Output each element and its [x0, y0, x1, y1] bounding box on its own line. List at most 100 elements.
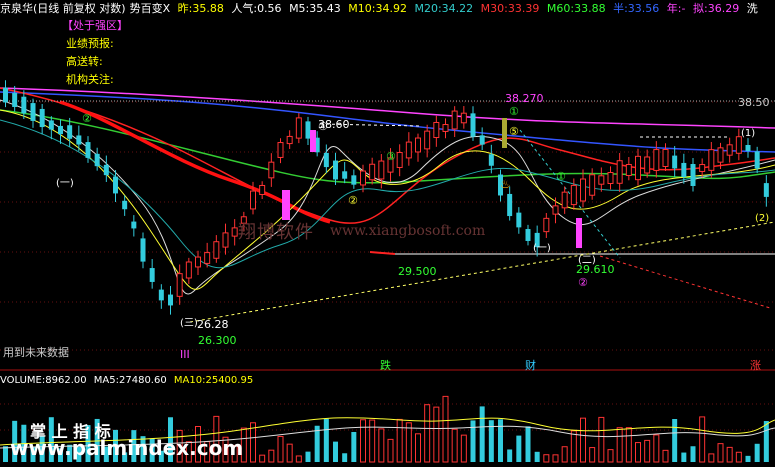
volume-label: VOLUME:: [0, 375, 46, 386]
ma-white-line: [0, 99, 775, 295]
candle: [460, 112, 467, 124]
candle: [488, 154, 494, 166]
paren-label-1: (一): [56, 178, 74, 189]
volume-bar: [672, 419, 678, 462]
vol-ma10-label: MA10:: [173, 375, 206, 386]
volume-bar: [498, 419, 503, 462]
candle: [158, 289, 164, 301]
circle-label-2: ②: [348, 194, 358, 207]
candle: [754, 151, 760, 169]
candle: [140, 238, 146, 262]
paren-label-3: (三): [180, 318, 198, 329]
volume-value: 8962.00: [45, 375, 87, 386]
paren-num-label-1: (1): [741, 128, 755, 139]
candle: [30, 103, 36, 121]
volume-header: VOLUME:8962.00 MA5:27480.60 MA10:25400.9…: [0, 373, 775, 389]
volume-bar: [763, 421, 769, 462]
candle: [122, 200, 128, 210]
candle: [433, 121, 440, 139]
candle: [222, 232, 229, 248]
volume-bar: [405, 422, 412, 463]
finance-marker[interactable]: 财: [525, 358, 536, 372]
volume-bar: [507, 449, 513, 462]
candle: [470, 113, 476, 137]
candle: [67, 125, 73, 139]
circle-label-4: ④: [318, 120, 328, 133]
flame-icon: ♨: [500, 177, 511, 191]
candle: [598, 175, 605, 185]
highlight-candle: [282, 190, 290, 220]
volume-bar: [754, 443, 760, 462]
candle: [580, 178, 586, 202]
candle: [76, 135, 82, 145]
volume-bar: [387, 438, 394, 463]
volume-bar: [699, 416, 706, 463]
candle: [681, 162, 687, 178]
candle: [58, 125, 63, 135]
candle: [369, 163, 376, 181]
candle: [204, 252, 211, 264]
highlight-candle: [502, 118, 507, 148]
rise-marker[interactable]: 涨: [750, 359, 761, 372]
volume-bar: [516, 435, 522, 462]
volume-bar: [625, 427, 632, 463]
volume-bar: [662, 449, 669, 463]
volume-bar: [460, 434, 467, 463]
candle: [277, 142, 284, 158]
volume-bar: [451, 428, 458, 463]
volume-bar: [598, 416, 605, 463]
vol-ma10-value: 25400.95: [205, 375, 254, 386]
candle: [699, 164, 706, 172]
candle: [442, 124, 449, 132]
volume-bar: [360, 419, 366, 463]
low-mid-label: 29.500: [398, 265, 437, 278]
candle: [690, 164, 696, 186]
volume-bar: [342, 453, 348, 462]
high-price-label: 38.270: [505, 92, 544, 105]
volume-bar: [653, 434, 660, 463]
candle: [360, 170, 366, 186]
right-price-label: 38.50: [738, 96, 770, 109]
volume-bar: [525, 426, 531, 462]
candle: [745, 144, 751, 152]
candle: [415, 137, 421, 153]
candle: [726, 144, 733, 156]
candle: [424, 130, 431, 150]
candle: [195, 256, 201, 268]
vol-ma5-label: MA5:: [93, 375, 119, 386]
volume-bar: [681, 452, 687, 462]
candle: [286, 135, 293, 145]
candle: [405, 141, 412, 159]
volume-bar: [295, 455, 302, 463]
volume-bar: [277, 435, 284, 463]
candle: [39, 108, 45, 128]
support-line-red: [369, 251, 396, 255]
candle: [3, 87, 8, 103]
candle: [653, 149, 660, 171]
vol-ma5-value: 27480.60: [119, 375, 167, 386]
volume-bar: [717, 443, 724, 463]
circle-label-3: ③: [386, 150, 396, 163]
circle-label-5: ⑤: [509, 125, 519, 138]
candle: [763, 183, 769, 197]
volume-bar: [433, 406, 440, 463]
circle-label-1: ①: [509, 105, 519, 118]
candle: [708, 149, 715, 171]
volume-bar: [3, 446, 8, 462]
watermark-cn: 翔博软件: [238, 222, 314, 243]
candle: [717, 147, 724, 163]
volume-bar: [286, 443, 293, 463]
volume-bar: [323, 418, 329, 462]
future-data-note: 用到未来数据: [3, 345, 69, 359]
paren-label-1: (一): [533, 243, 551, 254]
candle: [451, 110, 458, 130]
candle: [213, 241, 220, 259]
volume-bar: [580, 417, 586, 463]
candle: [662, 149, 669, 167]
candle: [149, 268, 155, 282]
candle: [589, 174, 596, 196]
candle: [250, 190, 256, 210]
fall-marker[interactable]: 跌: [380, 358, 391, 372]
ma-cyan-line: [0, 119, 775, 269]
volume-bar: [616, 427, 623, 463]
